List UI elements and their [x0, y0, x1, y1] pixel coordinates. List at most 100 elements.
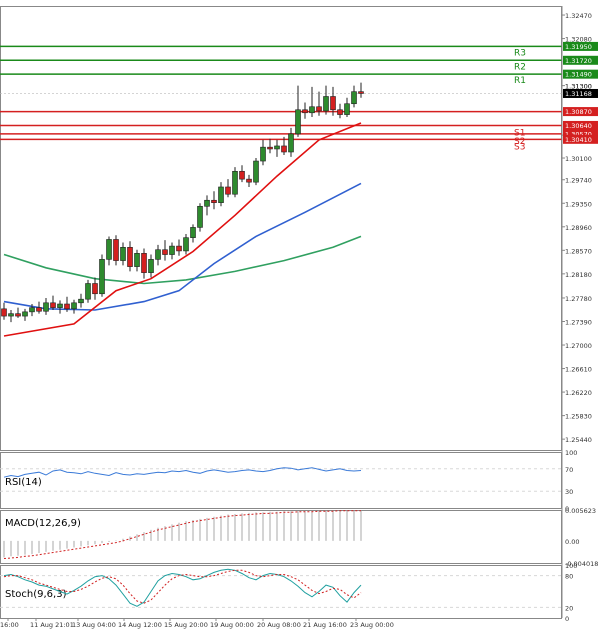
stoch-y-tick-label: 20	[565, 604, 573, 612]
pivot-level-value: 1.31950	[565, 43, 592, 51]
candle-body	[120, 247, 126, 261]
rsi-y-tick-label: 70	[565, 466, 573, 474]
x-tick-label: 20 Aug 08:00	[257, 621, 301, 629]
x-tick-label: 11 Aug 21:01	[30, 621, 74, 629]
candle-body	[8, 313, 14, 317]
pivot-level-label-r2: R2	[514, 62, 526, 72]
candle-body	[218, 186, 224, 203]
main-y-tick-label: 1.29740	[565, 177, 592, 185]
candle-body	[64, 303, 70, 310]
pivot-level-value: 1.30640	[565, 122, 592, 130]
candle-body	[43, 302, 49, 312]
main-y-tick-label: 1.25440	[565, 436, 592, 444]
stoch-y-tick-label: 100	[565, 562, 577, 570]
stoch-panel: Stoch(9,6,3)10080200	[0, 562, 577, 623]
candle-body	[127, 247, 133, 267]
candle-body	[246, 178, 252, 183]
macd-y-tick-label: 0.00	[565, 538, 579, 546]
stoch-panel-frame	[0, 565, 562, 619]
main-y-tick-label: 1.26610	[565, 366, 592, 374]
main-y-tick-label: 1.32470	[565, 12, 592, 20]
candle-body	[190, 227, 196, 238]
main-price-panel: 1.324701.320801.313001.304801.301001.297…	[0, 6, 598, 451]
main-y-tick-label: 1.27000	[565, 342, 592, 350]
moving-average-mid	[3, 182, 362, 311]
candle-body	[288, 133, 294, 153]
current-price-value: 1.31168	[565, 90, 592, 98]
candle-body	[1, 308, 7, 317]
main-y-tick-label: 1.25830	[565, 413, 592, 421]
x-tick-label: 21 Aug 16:00	[303, 621, 347, 629]
pivot-level-label-s3: S3	[514, 142, 525, 152]
pivot-level-value: 1.31490	[565, 71, 592, 79]
macd-panel-frame	[0, 510, 562, 564]
candle-body	[169, 245, 175, 255]
candle-body	[106, 239, 112, 260]
candle-body	[85, 283, 91, 300]
macd-panel: MACD(12,26,9)0.0056230.00-0.004018	[0, 507, 598, 568]
candle-body	[162, 249, 168, 255]
main-y-tick-label: 1.27780	[565, 295, 592, 303]
candle-body	[295, 109, 301, 135]
main-y-tick-label: 1.28960	[565, 224, 592, 232]
main-y-tick-label: 1.26220	[565, 389, 592, 397]
candle-body	[309, 106, 315, 114]
candle-body	[22, 311, 28, 317]
main-y-tick-label: 1.29350	[565, 200, 592, 208]
candle-body	[260, 146, 266, 162]
candle-body	[274, 145, 280, 150]
candle-body	[57, 303, 63, 308]
candle-body	[148, 259, 154, 273]
candle-body	[281, 145, 287, 153]
candle-body	[71, 302, 77, 310]
candle-body	[351, 91, 357, 105]
rsi-title: RSI(14)	[5, 477, 42, 488]
candle-body	[344, 103, 350, 115]
pivot-level-value: 1.30410	[565, 136, 592, 144]
main-y-tick-label: 1.28570	[565, 247, 592, 255]
candle-body	[330, 96, 336, 111]
x-tick-label: 16:00	[0, 621, 19, 629]
rsi-panel: RSI(14)10070300	[0, 449, 577, 513]
candle-body	[78, 298, 84, 304]
rsi-y-tick-label: 30	[565, 488, 573, 496]
pivot-level-label-r3: R3	[514, 48, 526, 58]
x-tick-label: 14 Aug 12:00	[118, 621, 162, 629]
stoch-y-tick-label: 80	[565, 573, 573, 581]
candle-body	[267, 146, 273, 150]
candle-body	[358, 91, 364, 94]
rsi-panel-frame	[0, 452, 562, 509]
pivot-level-value: 1.30870	[565, 108, 592, 116]
candle-body	[134, 253, 140, 267]
candle-body	[99, 259, 105, 295]
candle-body	[337, 109, 343, 115]
candle-body	[253, 160, 259, 183]
stoch-y-tick-label: 0	[565, 615, 569, 623]
candle-body	[183, 237, 189, 252]
candle-body	[50, 302, 56, 308]
candle-body	[113, 239, 119, 261]
candle-body	[36, 307, 42, 312]
candle-body	[29, 307, 35, 313]
candle-body	[232, 170, 238, 195]
candle-body	[15, 313, 21, 317]
candle-body	[204, 199, 210, 207]
candle-body	[141, 253, 147, 273]
candle-body	[211, 199, 217, 203]
candle-body	[176, 245, 182, 252]
macd-y-tick-label: 0.005623	[565, 507, 596, 515]
candle-body	[225, 186, 231, 195]
candle-body	[239, 170, 245, 180]
x-tick-label: 15 Aug 20:00	[164, 621, 208, 629]
candle-body	[316, 106, 322, 112]
main-y-tick-label: 1.30100	[565, 155, 592, 163]
candle-body	[197, 205, 203, 228]
candle-body	[155, 249, 161, 260]
candle-body	[92, 283, 98, 295]
trading-chart: 1.324701.320801.313001.304801.301001.297…	[0, 6, 598, 629]
pivot-level-label-r1: R1	[514, 76, 526, 86]
main-y-tick-label: 1.27390	[565, 319, 592, 327]
x-tick-label: 23 Aug 00:00	[350, 621, 394, 629]
moving-average-slow	[3, 235, 362, 285]
rsi-y-tick-label: 100	[565, 449, 577, 457]
